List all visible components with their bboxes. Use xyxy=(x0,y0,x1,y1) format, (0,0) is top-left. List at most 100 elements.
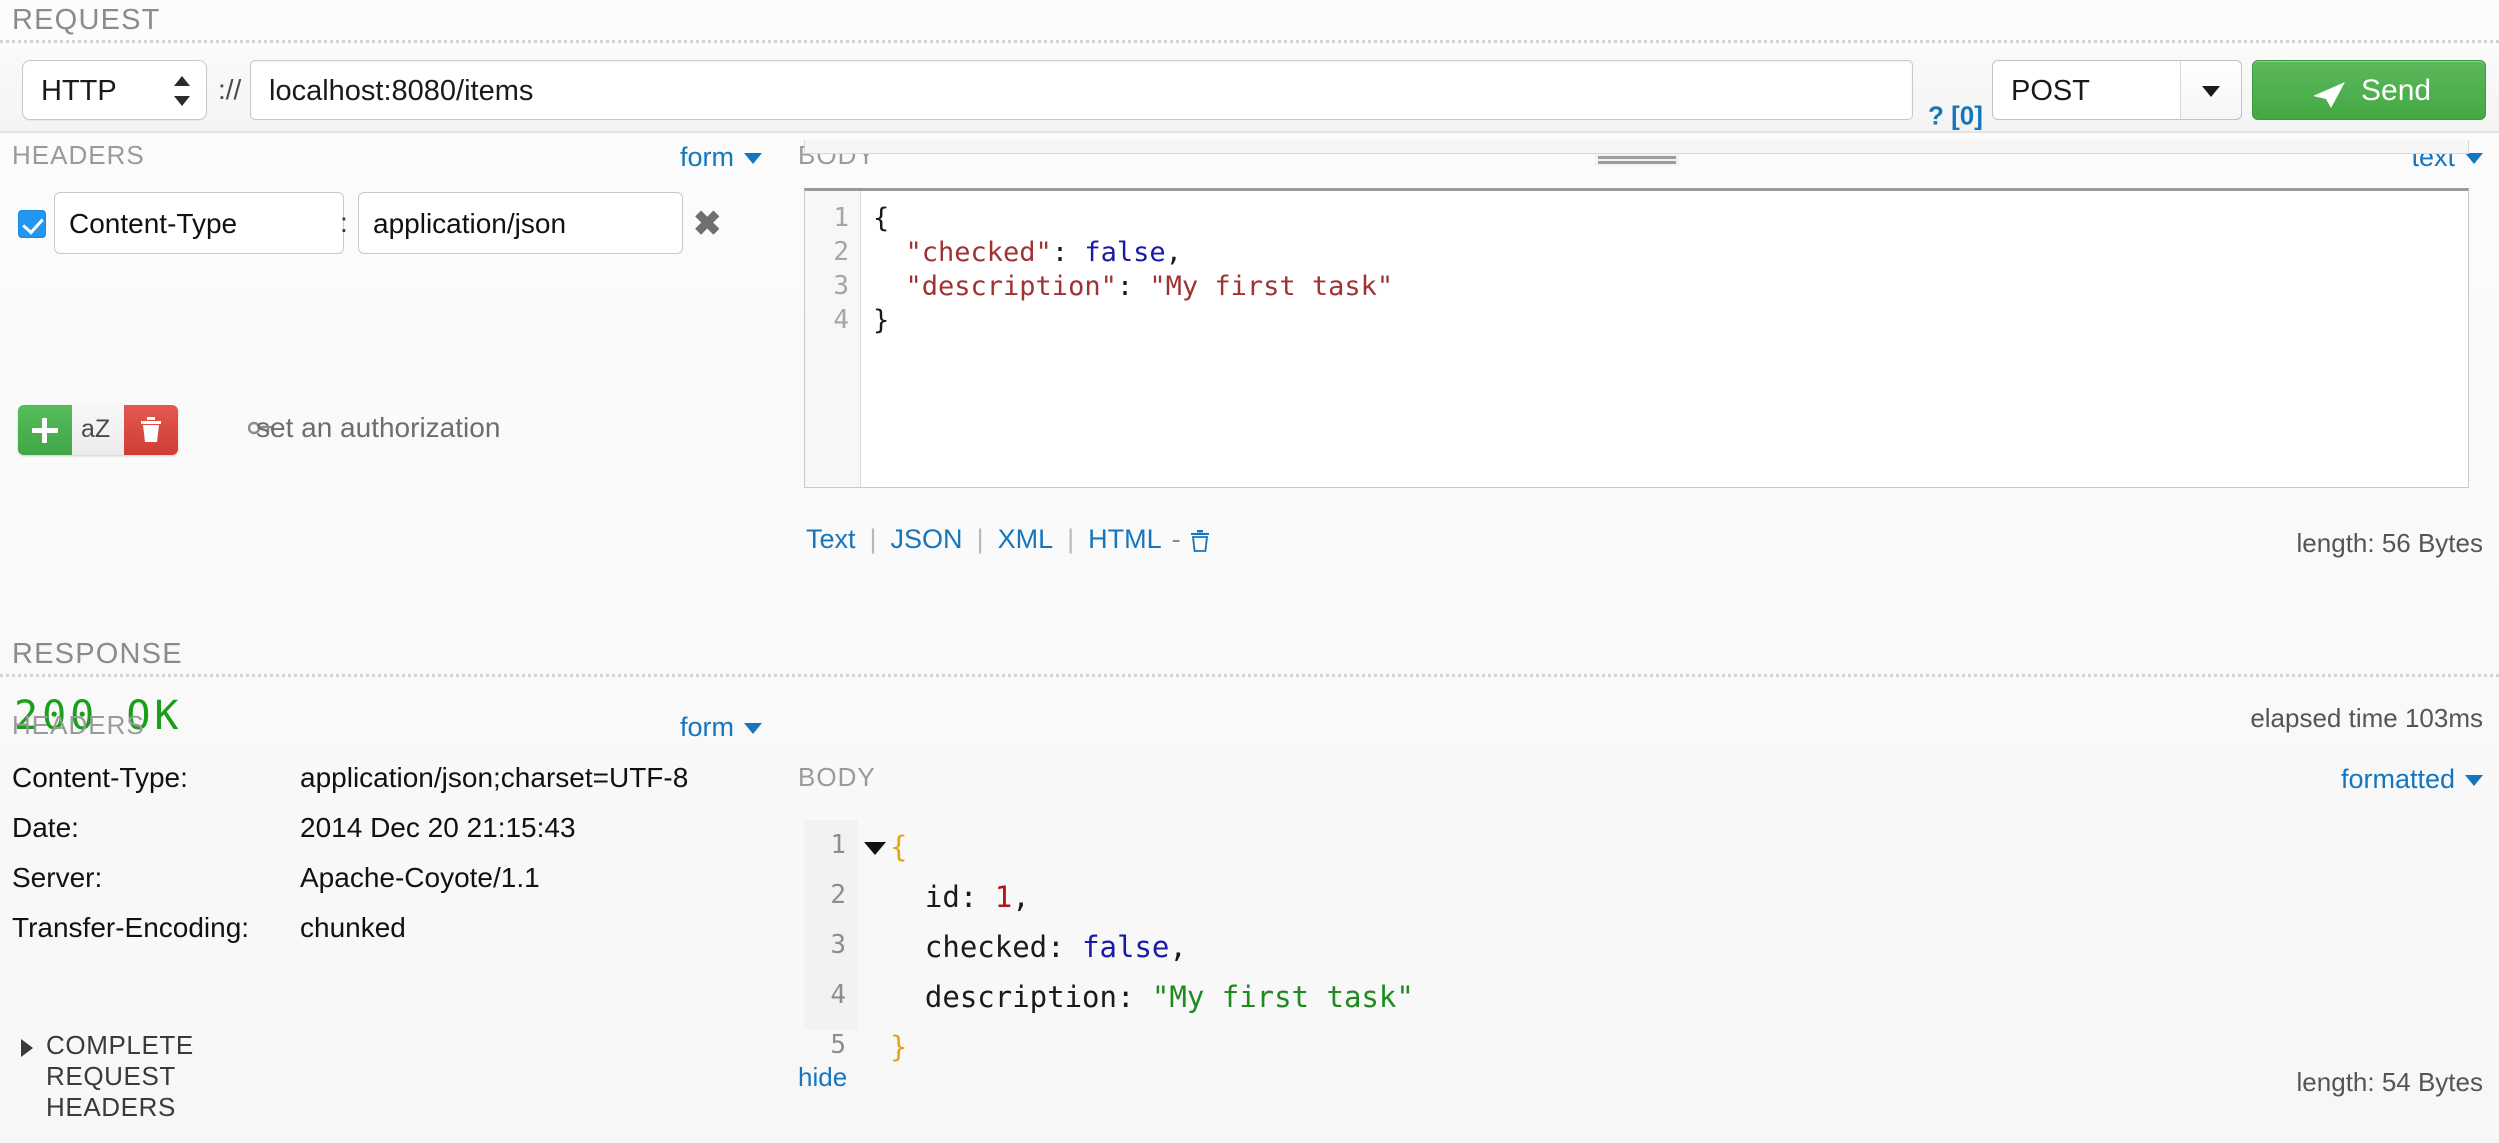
request-body-length: length: 56 Bytes xyxy=(2297,528,2483,559)
code-token: checked: xyxy=(890,930,1082,964)
code-token: , xyxy=(1166,237,1182,268)
response-header-value: 2014 Dec 20 21:15:43 xyxy=(300,812,576,844)
chevron-down-icon xyxy=(2465,775,2483,786)
response-headers-view-mode[interactable]: form xyxy=(680,712,762,743)
resize-grip-handle[interactable] xyxy=(1595,154,1679,166)
response-header-row: Date: 2014 Dec 20 21:15:43 xyxy=(12,812,772,862)
sort-headers-label: aZ xyxy=(81,415,110,444)
line-number: 1 xyxy=(833,203,849,233)
code-token: 1 xyxy=(995,880,1012,914)
header-enabled-checkbox[interactable] xyxy=(18,210,46,238)
link-separator: | xyxy=(870,524,877,554)
method-dropdown-button[interactable] xyxy=(2180,60,2242,120)
spinner-arrows-icon xyxy=(174,74,190,108)
link-dash: - xyxy=(1172,524,1181,554)
protocol-select[interactable]: HTTP xyxy=(22,60,207,120)
line-number: 1 xyxy=(830,830,846,860)
response-header-key: Date: xyxy=(12,812,79,844)
response-header-value: Apache-Coyote/1.1 xyxy=(300,862,540,894)
request-url-bar: HTTP :// localhost:8080/items ? [0] POST… xyxy=(0,48,2499,133)
request-body-gutter: 1234 xyxy=(805,191,861,487)
response-elapsed-time: elapsed time 103ms xyxy=(2250,703,2483,734)
header-name-value: Content-Type xyxy=(69,208,237,240)
chevron-down-icon xyxy=(2465,153,2483,164)
response-body-view-mode[interactable]: formatted xyxy=(2341,764,2483,795)
clear-body-trash-icon[interactable] xyxy=(1191,530,1209,552)
remove-header-icon[interactable]: ✖ xyxy=(693,204,722,244)
request-section-header: REQUEST xyxy=(0,0,2499,48)
code-token: false xyxy=(1084,237,1165,268)
line-number: 5 xyxy=(830,1030,846,1060)
request-body-format-links: Text|JSON|XML|HTML- xyxy=(806,524,1209,555)
header-name-input[interactable]: Content-Type xyxy=(54,192,344,254)
header-row: Content-Type : application/json ✖ xyxy=(0,192,790,254)
code-line: id: 1, xyxy=(890,880,1030,914)
protocol-separator: :// xyxy=(218,74,241,106)
header-value-text: application/json xyxy=(373,208,566,240)
code-line: } xyxy=(890,1030,907,1064)
request-body-resize-band xyxy=(804,140,2469,154)
code-token: description: xyxy=(890,980,1152,1014)
response-body-code[interactable]: { id: 1, checked: false, description: "M… xyxy=(890,820,2469,1050)
chevron-right-icon xyxy=(21,1039,33,1057)
code-line: "checked": false, xyxy=(873,237,1182,268)
request-section-title: REQUEST xyxy=(12,4,161,37)
response-body-gutter: 12345 xyxy=(804,820,858,1030)
set-authorization-link[interactable]: set an authorization xyxy=(256,412,500,444)
response-body-view-mode-label: formatted xyxy=(2341,764,2455,794)
trash-icon xyxy=(140,417,162,443)
url-input[interactable]: localhost:8080/items xyxy=(250,60,1913,120)
fold-toggle-icon[interactable] xyxy=(864,842,886,855)
request-body-editor[interactable]: 1234 { "checked": false, "description": … xyxy=(804,188,2469,488)
format-link-text[interactable]: Text xyxy=(806,524,856,554)
code-token: { xyxy=(873,203,889,234)
line-number: 2 xyxy=(830,880,846,910)
code-token: id: xyxy=(890,880,995,914)
line-number: 4 xyxy=(830,980,846,1010)
response-header-value: chunked xyxy=(300,912,406,944)
response-header-value: application/json;charset=UTF-8 xyxy=(300,762,688,794)
paper-plane-icon xyxy=(2311,80,2347,110)
send-button-label: Send xyxy=(2361,74,2431,108)
response-body-title: BODY xyxy=(798,762,876,793)
response-divider xyxy=(0,674,2499,677)
request-headers-view-mode[interactable]: form xyxy=(680,142,762,173)
line-number: 4 xyxy=(833,305,849,335)
add-header-button[interactable] xyxy=(18,405,72,455)
response-body-viewer[interactable]: 12345 { id: 1, checked: false, descripti… xyxy=(804,820,2469,1050)
response-header-key: Transfer-Encoding: xyxy=(12,912,249,944)
code-token: "My first task" xyxy=(1152,980,1414,1014)
response-header-row: Content-Type: application/json;charset=UT… xyxy=(12,762,772,812)
response-header-key: Content-Type: xyxy=(12,762,188,794)
response-body-length: length: 54 Bytes xyxy=(2297,1067,2483,1098)
code-token: } xyxy=(873,305,889,336)
response-headers-title: HEADERS xyxy=(12,710,145,741)
response-header-key: Server: xyxy=(12,862,102,894)
code-line: "description": "My first task" xyxy=(873,271,1393,302)
format-link-json[interactable]: JSON xyxy=(891,524,963,554)
line-number: 3 xyxy=(830,930,846,960)
protocol-value: HTTP xyxy=(41,75,117,108)
response-section-title: RESPONSE xyxy=(12,638,183,671)
response-header-row: Transfer-Encoding: chunked xyxy=(12,912,772,962)
response-header-row: Server: Apache-Coyote/1.1 xyxy=(12,862,772,912)
code-token: false xyxy=(1082,930,1169,964)
code-line: { xyxy=(890,830,907,864)
format-link-html[interactable]: HTML xyxy=(1088,524,1162,554)
hide-response-body-link[interactable]: hide xyxy=(798,1062,847,1093)
response-headers-view-mode-label: form xyxy=(680,712,734,742)
code-token: , xyxy=(1012,880,1029,914)
sort-headers-button[interactable]: aZ xyxy=(72,405,124,455)
header-value-input[interactable]: application/json xyxy=(358,192,683,254)
format-link-xml[interactable]: XML xyxy=(998,524,1054,554)
request-body-code[interactable]: { "checked": false, "description": "My f… xyxy=(873,191,2468,487)
help-badge[interactable]: ? [0] xyxy=(1928,101,1983,132)
header-actions-group: aZ xyxy=(18,405,178,455)
chevron-down-icon xyxy=(744,723,762,734)
delete-headers-button[interactable] xyxy=(124,405,178,455)
chevron-down-icon xyxy=(744,153,762,164)
request-divider xyxy=(0,40,2499,43)
code-token: } xyxy=(890,1030,907,1064)
line-number: 2 xyxy=(833,237,849,267)
send-button[interactable]: Send xyxy=(2252,60,2486,120)
